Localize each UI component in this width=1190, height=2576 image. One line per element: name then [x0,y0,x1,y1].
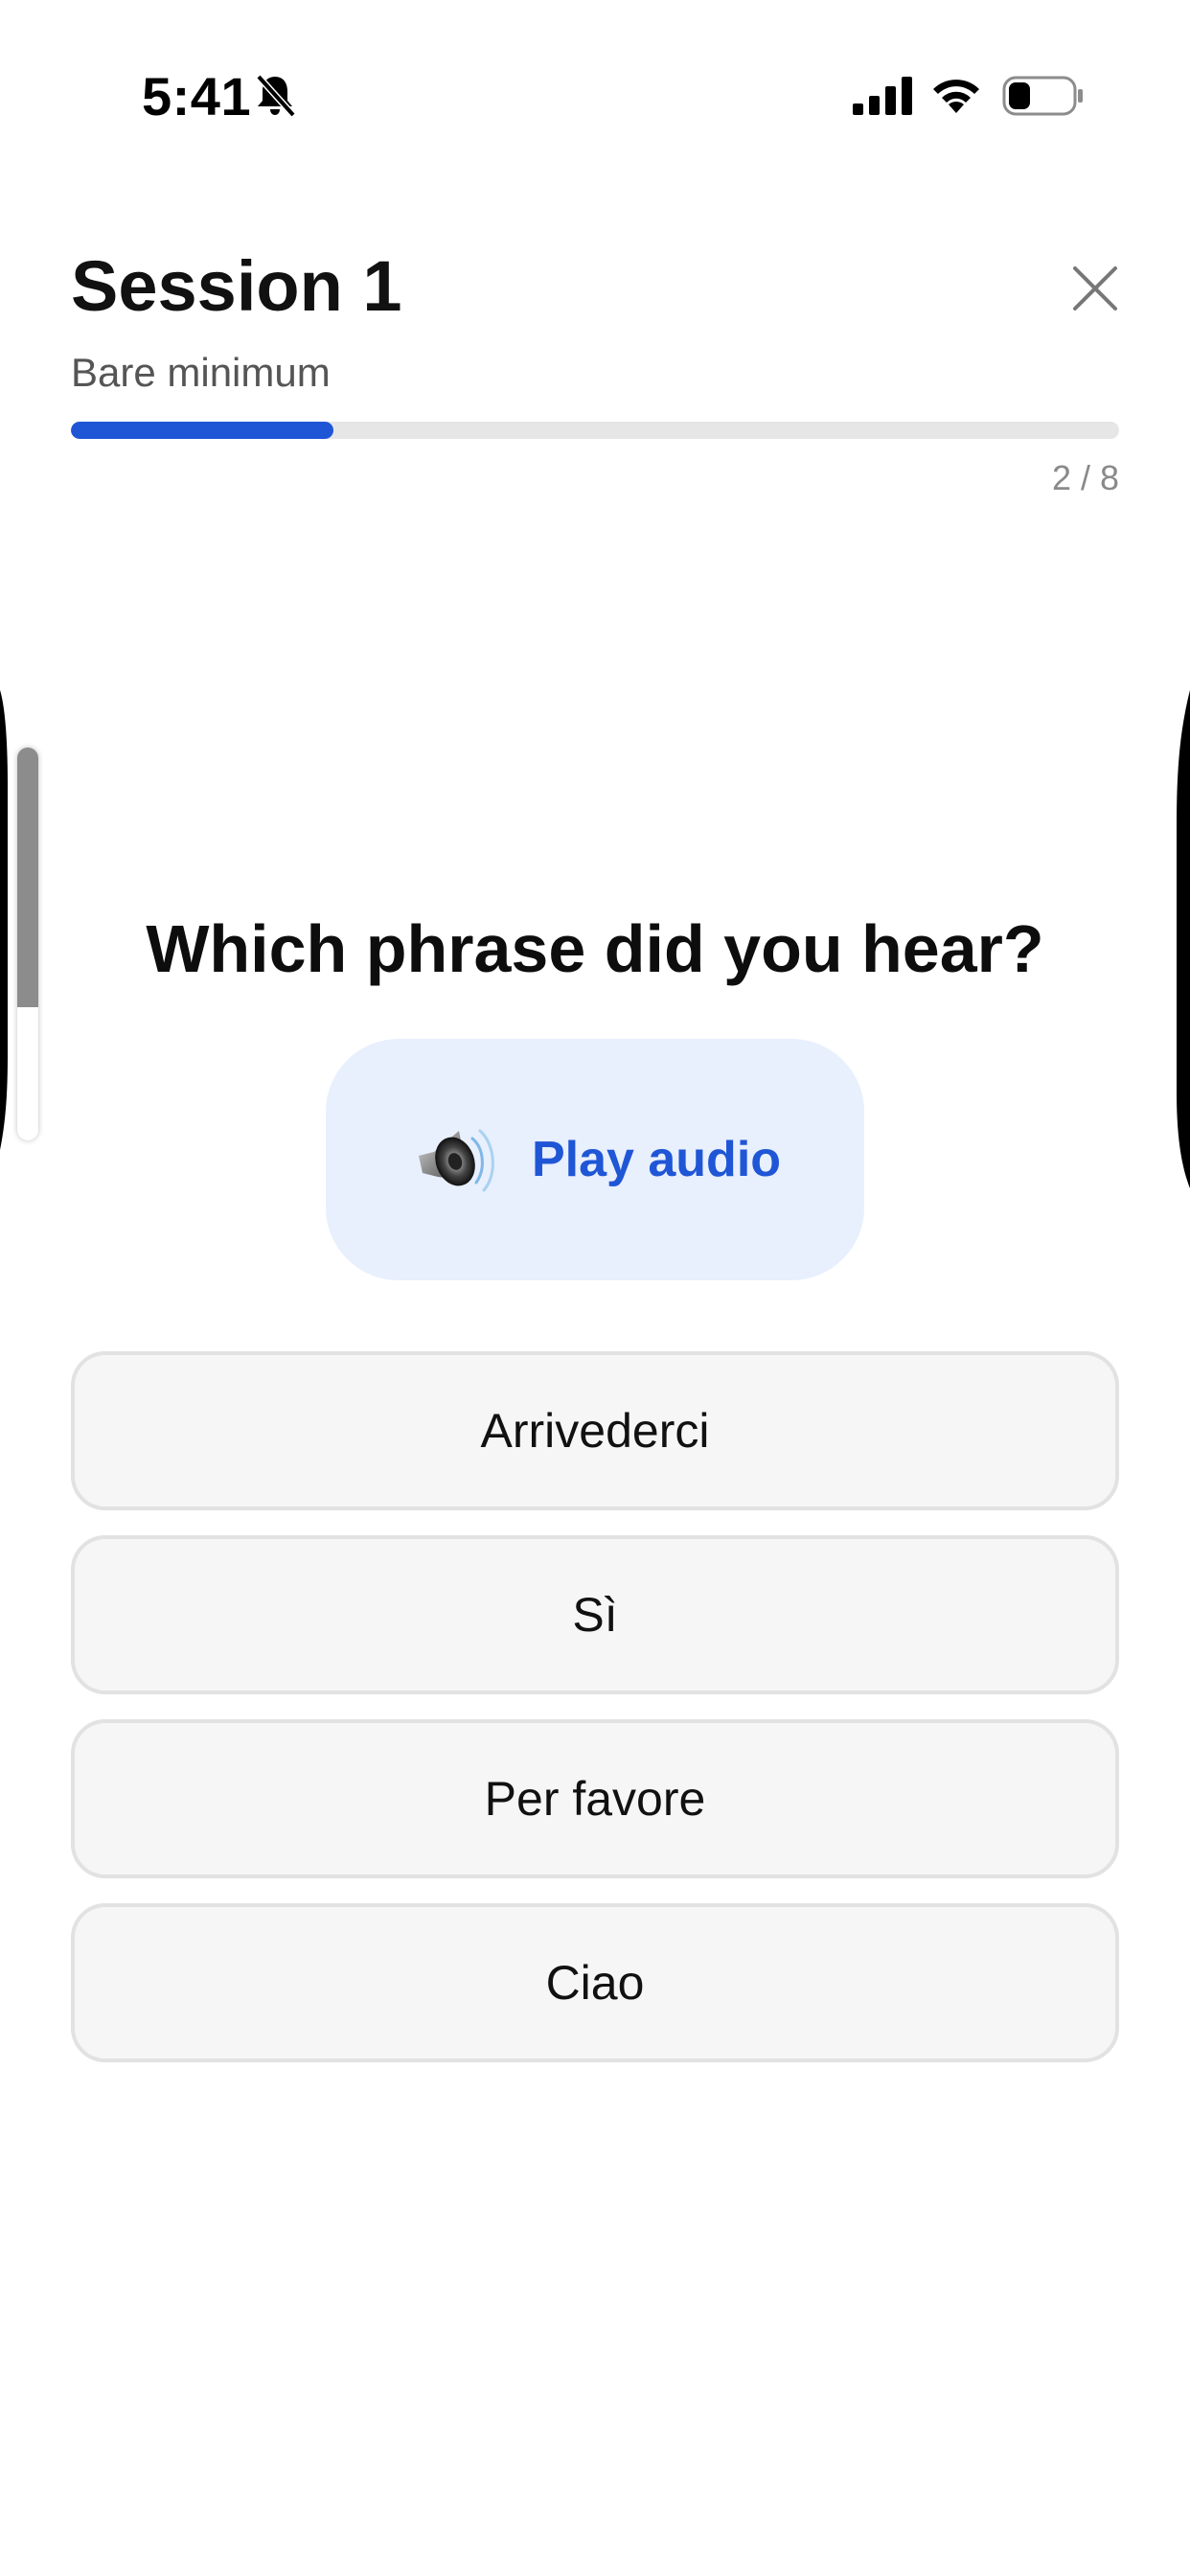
battery-icon [1002,76,1083,116]
close-icon[interactable] [1064,257,1127,320]
play-audio-button[interactable]: Play audio [326,1039,864,1280]
option-button[interactable]: Per favore [71,1719,1119,1878]
session-title: Session 1 [71,246,402,326]
status-time: 5:41 [142,66,252,126]
answer-options: Arrivederci Sì Per favore Ciao [71,1351,1119,2087]
cellular-signal-icon [853,77,912,115]
option-button[interactable]: Ciao [71,1903,1119,2062]
progress-fill [71,422,333,439]
play-audio-label: Play audio [531,1132,782,1187]
option-button[interactable]: Arrivederci [71,1351,1119,1510]
question-prompt: Which phrase did you hear? [146,911,1044,986]
wifi-icon [933,80,979,113]
speaker-icon [418,1129,494,1192]
progress-count: 2 / 8 [1051,458,1119,497]
bell-slash-icon [256,74,296,118]
session-subtitle: Bare minimum [71,350,331,395]
option-button[interactable]: Sì [71,1535,1119,1694]
progress-bar [71,422,1119,439]
status-bar: 5:41 [0,0,1190,192]
